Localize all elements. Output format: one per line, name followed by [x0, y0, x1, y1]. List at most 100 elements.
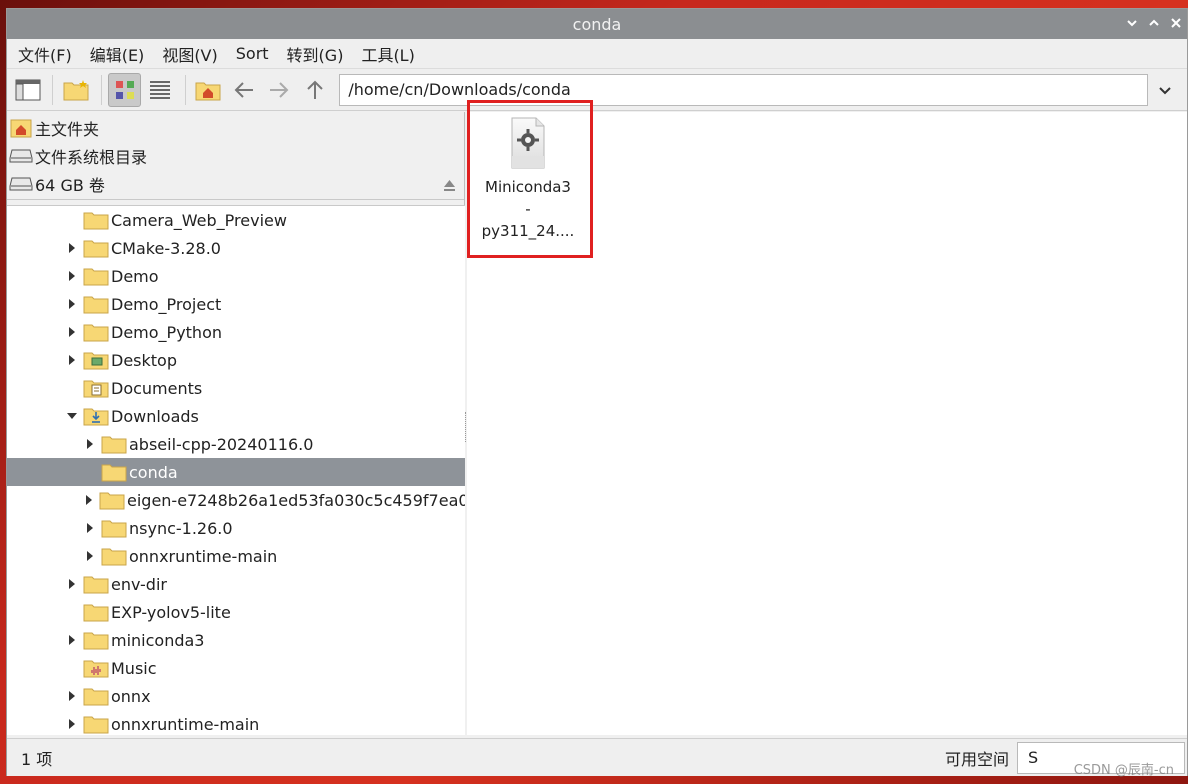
expander-open-icon[interactable] [65, 409, 79, 423]
place-volume[interactable]: 64 GB 卷 [7, 170, 464, 198]
tree-row[interactable]: conda [7, 458, 465, 486]
place-home[interactable]: 主文件夹 [7, 114, 464, 142]
status-bar: 1 项 可用空间 S [7, 738, 1187, 776]
tree-row[interactable]: miniconda3 [7, 626, 465, 654]
tree-row[interactable]: nsync-1.26.0 [7, 514, 465, 542]
place-label: 主文件夹 [35, 120, 100, 139]
expander-closed-icon[interactable] [83, 493, 95, 507]
tree-row[interactable]: onnx [7, 682, 465, 710]
tree-row[interactable]: Desktop [7, 346, 465, 374]
expander-closed-icon[interactable] [65, 717, 79, 731]
tree-row[interactable]: Downloads [7, 402, 465, 430]
tree-row[interactable]: EXP-yolov5-lite [7, 598, 465, 626]
arrow-left-icon [234, 81, 253, 98]
new-folder-button[interactable] [59, 73, 92, 107]
tree-row[interactable]: onnxruntime-main [7, 710, 465, 735]
file-name-line: - [525, 200, 531, 218]
tree-row[interactable]: onnxruntime-main [7, 542, 465, 570]
folder-icon [83, 210, 109, 230]
downloads-folder-icon [83, 406, 109, 426]
file-name-line: py311_24.... [481, 222, 575, 240]
file-item[interactable]: Miniconda3 - py311_24.... [473, 116, 583, 242]
tree-row-label: CMake-3.28.0 [111, 238, 221, 258]
close-icon[interactable] [1169, 17, 1183, 31]
new-window-button[interactable] [11, 73, 44, 107]
tree-row[interactable]: Demo [7, 262, 465, 290]
item-count: 1 项 [21, 749, 53, 769]
file-name-line: Miniconda3 [485, 178, 571, 196]
menu-tools[interactable]: 工具(L) [354, 42, 421, 66]
place-label: 64 GB 卷 [35, 176, 105, 195]
tree-row-label: eigen-e7248b26a1ed53fa030c5c459f7ea095df… [127, 490, 465, 510]
folder-icon [83, 266, 109, 286]
expander-closed-icon[interactable] [83, 549, 97, 563]
home-icon [9, 118, 33, 138]
place-root[interactable]: 文件系统根目录 [7, 142, 464, 170]
folder-icon [83, 238, 109, 258]
expander-closed-icon[interactable] [65, 689, 79, 703]
expander-closed-icon[interactable] [65, 269, 79, 283]
tree-row[interactable]: Camera_Web_Preview [7, 206, 465, 234]
menu-go[interactable]: 转到(G) [280, 42, 351, 66]
toolbar-separator [100, 74, 102, 105]
toolbar: /home/cn/Downloads/conda [7, 69, 1187, 111]
folder-icon [99, 490, 125, 510]
tree-row[interactable]: Demo_Project [7, 290, 465, 318]
tree-row-label: conda [129, 462, 178, 482]
side-pane: 主文件夹 文件系统根目录 64 GB 卷 Camera_Web_Preview … [7, 112, 465, 735]
expander-closed-icon[interactable] [83, 437, 97, 451]
tree-row-label: Demo_Project [111, 294, 222, 314]
folder-icon [83, 686, 109, 706]
tree-row[interactable]: Documents [7, 374, 465, 402]
menu-file[interactable]: 文件(F) [11, 42, 79, 66]
forward-button[interactable] [263, 73, 296, 107]
icon-view-icon [115, 80, 134, 99]
content-area: 主文件夹 文件系统根目录 64 GB 卷 Camera_Web_Preview … [7, 112, 1187, 735]
menu-view[interactable]: 视图(V) [155, 42, 224, 66]
tree-row-label: Downloads [111, 406, 199, 426]
home-button[interactable] [192, 73, 225, 107]
tree-row[interactable]: env-dir [7, 570, 465, 598]
folder-icon [83, 714, 109, 734]
address-path: /home/cn/Downloads/conda [348, 80, 571, 99]
expander-closed-icon[interactable] [65, 633, 79, 647]
expander-closed-icon[interactable] [65, 353, 79, 367]
expander-closed-icon[interactable] [65, 577, 79, 591]
expander-closed-icon[interactable] [83, 521, 97, 535]
address-bar[interactable]: /home/cn/Downloads/conda [339, 73, 1148, 106]
new-folder-icon [63, 79, 89, 100]
drive-icon [9, 146, 33, 166]
tree-row[interactable]: abseil-cpp-20240116.0 [7, 430, 465, 458]
list-view-button[interactable] [143, 73, 176, 107]
tree-row[interactable]: Music [7, 654, 465, 682]
title-bar[interactable]: conda [7, 9, 1187, 39]
chevron-down-icon[interactable] [1125, 17, 1139, 31]
back-button[interactable] [227, 73, 260, 107]
new-window-icon [15, 79, 41, 100]
icon-view-button[interactable] [107, 72, 142, 107]
window-controls [1125, 9, 1183, 39]
folder-icon [83, 322, 109, 342]
address-dropdown-button[interactable] [1148, 73, 1183, 107]
chevron-down-icon [1159, 86, 1171, 94]
chevron-up-icon[interactable] [1147, 17, 1161, 31]
tree-row[interactable]: eigen-e7248b26a1ed53fa030c5c459f7ea095df… [7, 486, 465, 514]
expander-closed-icon[interactable] [65, 297, 79, 311]
expander-closed-icon[interactable] [65, 325, 79, 339]
tree-row[interactable]: Demo_Python [7, 318, 465, 346]
tree-row-label: abseil-cpp-20240116.0 [129, 434, 314, 454]
menu-sort[interactable]: Sort [229, 44, 276, 63]
tree-row[interactable]: CMake-3.28.0 [7, 234, 465, 262]
free-space-label: 可用空间 [944, 749, 1009, 769]
eject-icon[interactable] [443, 177, 456, 191]
menu-edit[interactable]: 编辑(E) [83, 42, 152, 66]
tree-row-label: env-dir [111, 574, 167, 594]
up-button[interactable] [298, 73, 331, 107]
expander-closed-icon[interactable] [65, 241, 79, 255]
folder-icon [101, 546, 127, 566]
executable-file-icon [508, 116, 548, 170]
